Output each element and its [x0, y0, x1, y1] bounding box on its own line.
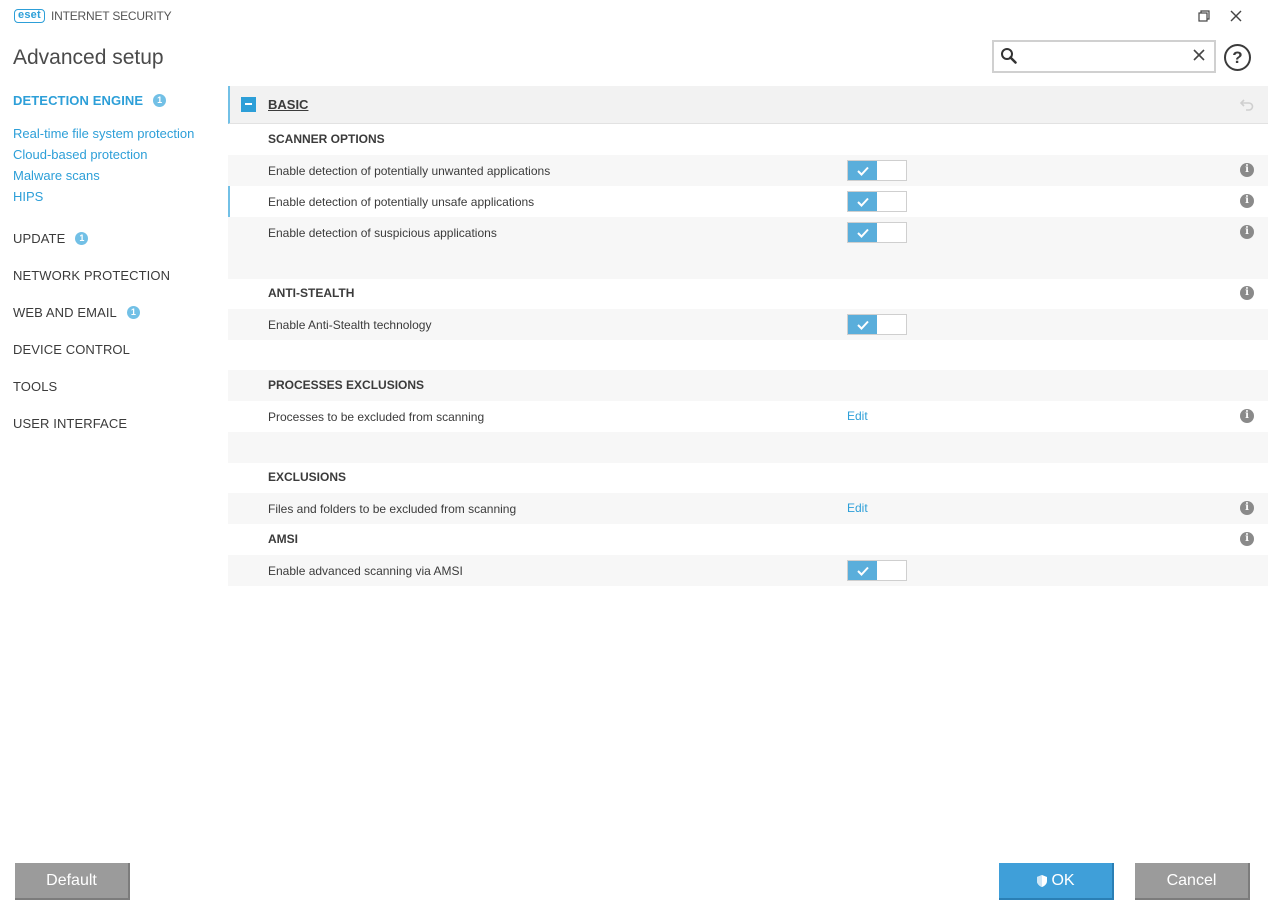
revert-icon[interactable] — [1239, 97, 1254, 116]
group-heading: AMSI — [268, 532, 298, 546]
check-icon — [848, 161, 877, 180]
check-icon — [848, 192, 877, 211]
toggle-switch[interactable] — [847, 560, 907, 581]
info-icon[interactable]: i — [1240, 532, 1254, 546]
check-icon — [848, 315, 877, 334]
sidebar-item-user-interface[interactable]: USER INTERFACE — [13, 416, 127, 431]
info-icon[interactable]: i — [1240, 225, 1254, 239]
setting-row: Enable detection of potentially unwanted… — [228, 155, 1268, 186]
group-row: EXCLUSIONS — [228, 462, 1268, 493]
info-icon[interactable]: i — [1240, 163, 1254, 177]
info-icon[interactable]: i — [1240, 286, 1254, 300]
sidebar-item-label: DETECTION ENGINE — [13, 93, 144, 108]
section-title[interactable]: BASIC — [268, 97, 308, 112]
spacer-row — [228, 432, 1268, 463]
setting-row: Enable Anti-Stealth technology — [228, 309, 1268, 340]
setting-row: Enable advanced scanning via AMSI — [228, 555, 1268, 586]
sidebar-item-label: USER INTERFACE — [13, 416, 128, 431]
cancel-button[interactable]: Cancel — [1135, 863, 1250, 900]
notification-badge: 1 — [126, 306, 140, 319]
restore-button[interactable] — [1193, 6, 1215, 26]
edit-link[interactable]: Edit — [847, 501, 868, 515]
group-heading: ANTI-STEALTH — [268, 286, 355, 300]
setting-label: Enable Anti-Stealth technology — [268, 318, 432, 332]
setting-row: Files and folders to be excluded from sc… — [228, 493, 1268, 524]
spacer-row — [228, 340, 1268, 371]
search-input[interactable] — [1024, 46, 1184, 68]
setting-label: Enable detection of suspicious applicati… — [268, 226, 497, 240]
setting-row: Enable detection of suspicious applicati… — [228, 217, 1268, 248]
close-button[interactable] — [1225, 6, 1247, 26]
ok-label: OK — [1051, 871, 1075, 889]
group-heading: PROCESSES EXCLUSIONS — [268, 378, 425, 392]
notification-badge: 1 — [75, 232, 89, 245]
group-row: PROCESSES EXCLUSIONS — [228, 370, 1268, 401]
setting-row: Processes to be excluded from scanning E… — [228, 401, 1268, 432]
sidebar-subitem-cloud-protection[interactable]: Cloud-based protection — [13, 147, 147, 162]
shield-icon — [1036, 874, 1048, 888]
info-icon[interactable]: i — [1240, 501, 1254, 515]
sidebar-item-label: TOOLS — [13, 379, 58, 394]
setting-label: Processes to be excluded from scanning — [268, 410, 485, 424]
section-header-basic: BASIC — [228, 86, 1268, 124]
setting-row: Enable detection of potentially unsafe a… — [228, 186, 1268, 217]
sidebar-item-web-and-email[interactable]: WEB AND EMAIL 1 — [13, 305, 140, 320]
group-heading: EXCLUSIONS — [268, 470, 347, 484]
setting-label: Enable detection of potentially unwanted… — [268, 164, 551, 178]
sidebar-item-device-control[interactable]: DEVICE CONTROL — [13, 342, 130, 357]
sidebar-subitem-realtime-protection[interactable]: Real-time file system protection — [13, 126, 194, 141]
sidebar-item-label: WEB AND EMAIL — [13, 305, 117, 320]
eset-logo: eset — [14, 9, 45, 23]
sidebar-subitem-hips[interactable]: HIPS — [13, 189, 43, 204]
sidebar-item-label: UPDATE — [13, 231, 66, 246]
info-icon[interactable]: i — [1240, 194, 1254, 208]
toggle-switch[interactable] — [847, 160, 907, 181]
check-icon — [848, 561, 877, 580]
group-heading: SCANNER OPTIONS — [268, 132, 385, 146]
close-icon — [1230, 10, 1242, 22]
group-row: ANTI-STEALTH i — [228, 278, 1268, 309]
setting-label: Enable detection of potentially unsafe a… — [268, 195, 535, 209]
collapse-button[interactable] — [241, 97, 256, 112]
ok-button[interactable]: OK — [999, 863, 1114, 900]
clear-icon[interactable] — [1193, 48, 1205, 66]
help-button[interactable]: ? — [1224, 44, 1251, 71]
search-box[interactable] — [992, 40, 1216, 73]
info-icon[interactable]: i — [1240, 409, 1254, 423]
title-bar: eset INTERNET SECURITY — [0, 0, 1272, 32]
toggle-switch[interactable] — [847, 314, 907, 335]
setting-label: Enable advanced scanning via AMSI — [268, 564, 463, 578]
default-button[interactable]: Default — [15, 863, 130, 900]
setting-label: Files and folders to be excluded from sc… — [268, 502, 517, 516]
toggle-switch[interactable] — [847, 191, 907, 212]
sidebar-subitem-malware-scans[interactable]: Malware scans — [13, 168, 100, 183]
restore-icon — [1198, 10, 1210, 22]
toggle-switch[interactable] — [847, 222, 907, 243]
sidebar-item-label: NETWORK PROTECTION — [13, 268, 171, 283]
sidebar-item-update[interactable]: UPDATE 1 — [13, 231, 89, 246]
sidebar-item-detection-engine[interactable]: DETECTION ENGINE 1 — [13, 93, 167, 108]
notification-badge: 1 — [153, 94, 167, 107]
sidebar-item-label: DEVICE CONTROL — [13, 342, 130, 357]
product-name: INTERNET SECURITY — [51, 9, 172, 23]
group-row: AMSI i — [228, 524, 1268, 555]
page-title: Advanced setup — [13, 46, 164, 69]
sidebar-item-tools[interactable]: TOOLS — [13, 379, 57, 394]
check-icon — [848, 223, 877, 242]
group-row: SCANNER OPTIONS — [228, 124, 1268, 155]
spacer-row — [228, 248, 1268, 279]
search-icon — [1000, 47, 1018, 70]
edit-link[interactable]: Edit — [847, 409, 868, 423]
sidebar-item-network-protection[interactable]: NETWORK PROTECTION — [13, 268, 170, 283]
